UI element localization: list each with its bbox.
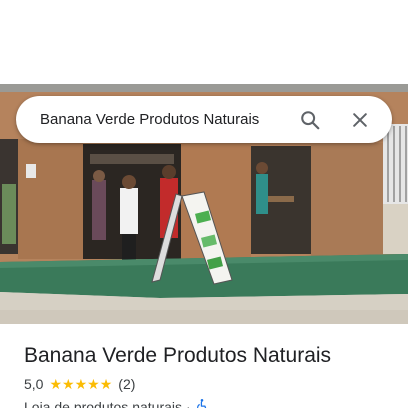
place-name: Banana Verde Produtos Naturais — [24, 344, 332, 367]
star-icon: ★ — [49, 376, 63, 392]
wheelchair-icon — [195, 398, 209, 408]
star-icon: ★ — [99, 376, 113, 392]
search-input[interactable]: Banana Verde Produtos Naturais — [40, 111, 292, 128]
search-bar[interactable]: Banana Verde Produtos Naturais — [16, 96, 392, 143]
category-row: Loja de produtos naturais · — [24, 398, 408, 408]
close-icon[interactable] — [342, 102, 378, 138]
place-info-panel: Banana Verde Produtos Naturais 5,0 ★ ★ ★… — [0, 324, 408, 408]
rating-stars: ★ ★ ★ ★ ★ — [49, 376, 112, 392]
top-blank-area — [0, 0, 408, 84]
rating-row[interactable]: 5,0 ★ ★ ★ ★ ★ (2) — [24, 376, 408, 392]
star-icon: ★ — [87, 376, 100, 392]
maps-place-screen: Banana Verde Produtos Naturais Banana Ve… — [0, 0, 408, 408]
separator-dot: · — [186, 398, 191, 408]
review-count[interactable]: (2) — [118, 376, 135, 392]
star-icon: ★ — [62, 376, 75, 392]
rating-value: 5,0 — [24, 376, 44, 392]
star-icon: ★ — [74, 376, 88, 392]
search-icon[interactable] — [292, 102, 328, 138]
place-category: Loja de produtos naturais — [24, 398, 182, 408]
